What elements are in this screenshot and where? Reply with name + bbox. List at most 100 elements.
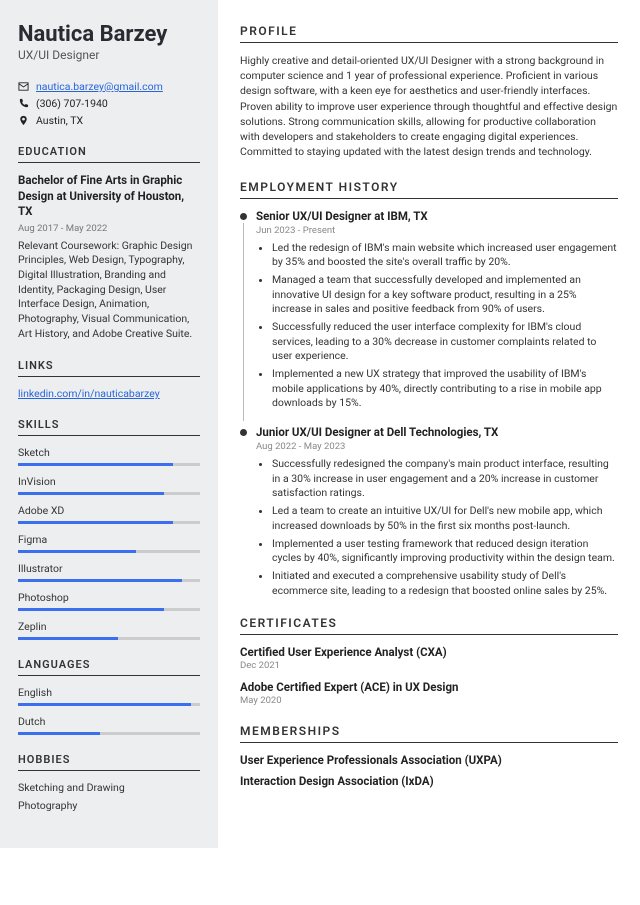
education-heading: EDUCATION (18, 145, 200, 158)
phone-text: (306) 707-1940 (36, 97, 108, 110)
job-item: Junior UX/UI Designer at Dell Technologi… (240, 425, 618, 598)
job-bullet: Led a team to create an intuitive UX/UI … (272, 504, 618, 533)
divider (18, 770, 200, 771)
skills-heading: SKILLS (18, 418, 200, 431)
divider (18, 376, 200, 377)
skill-bar-track (18, 492, 200, 495)
certificate-title: Certified User Experience Analyst (CXA) (240, 645, 618, 659)
skill-item-label: Figma (18, 533, 200, 546)
sidebar: Nautica Barzey UX/UI Designer nautica.ba… (0, 0, 218, 848)
profile-text: Highly creative and detail-oriented UX/U… (240, 53, 618, 160)
certificate-item: Adobe Certified Expert (ACE) in UX Desig… (240, 680, 618, 706)
skill-item: Illustrator (18, 562, 200, 582)
skill-item: Adobe XD (18, 504, 200, 524)
profile-heading: PROFILE (240, 24, 618, 38)
skill-bar-track (18, 521, 200, 524)
skill-bar-track (18, 550, 200, 553)
job-bullet: Implemented a new UX strategy that impro… (272, 367, 618, 411)
job-bullets: Led the redesign of IBM's main website w… (256, 241, 618, 412)
skill-bar-fill (18, 550, 136, 553)
location-icon (18, 115, 29, 126)
divider (240, 634, 618, 635)
language-item-label: Dutch (18, 715, 200, 728)
skill-bar-fill (18, 608, 164, 611)
skill-item-label: Zeplin (18, 620, 200, 633)
certificates-section: CERTIFICATES Certified User Experience A… (240, 616, 618, 706)
job-bullet: Led the redesign of IBM's main website w… (272, 241, 618, 270)
skill-item: Sketch (18, 446, 200, 466)
contact-location-row: Austin, TX (18, 114, 200, 127)
language-item: Dutch (18, 715, 200, 735)
hobby-item: Sketching and Drawing (18, 781, 200, 794)
job-title: Junior UX/UI Designer at Dell Technologi… (256, 425, 618, 439)
education-section: EDUCATION Bachelor of Fine Arts in Graph… (18, 145, 200, 341)
email-link[interactable]: nautica.barzey@gmail.com (36, 80, 163, 93)
membership-item: User Experience Professionals Associatio… (240, 753, 618, 767)
contact-block: nautica.barzey@gmail.com (306) 707-1940 … (18, 80, 200, 127)
job-bullet: Managed a team that successfully develop… (272, 273, 618, 317)
skills-section: SKILLS Sketch InVision Adobe XD Figma Illust… (18, 418, 200, 640)
profile-section: PROFILE Highly creative and detail-orien… (240, 24, 618, 160)
job-item: Senior UX/UI Designer at IBM, TXJun 2023… (240, 209, 618, 412)
phone-icon (18, 98, 29, 109)
divider (18, 162, 200, 163)
skill-bar-track (18, 637, 200, 640)
hobbies-heading: HOBBIES (18, 753, 200, 766)
education-degree: Bachelor of Fine Arts in Graphic Design … (18, 173, 200, 220)
skill-bar-fill (18, 637, 118, 640)
divider (18, 435, 200, 436)
job-bullet: Successfully reduced the user interface … (272, 320, 618, 364)
employment-section: EMPLOYMENT HISTORY Senior UX/UI Designer… (240, 180, 618, 599)
skill-item-label: Adobe XD (18, 504, 200, 517)
skill-bar-track (18, 579, 200, 582)
certificate-date: May 2020 (240, 695, 618, 706)
skill-item-label: Sketch (18, 446, 200, 459)
skill-bar-fill (18, 521, 173, 524)
skill-bar-track (18, 463, 200, 466)
skill-bar-track (18, 608, 200, 611)
divider (240, 42, 618, 43)
skill-bar-track (18, 703, 200, 706)
language-item-label: English (18, 686, 200, 699)
job-title: Senior UX/UI Designer at IBM, TX (256, 209, 618, 223)
memberships-heading: MEMBERSHIPS (240, 724, 618, 738)
languages-section: LANGUAGES English Dutch (18, 658, 200, 735)
skill-item: Figma (18, 533, 200, 553)
languages-heading: LANGUAGES (18, 658, 200, 671)
location-text: Austin, TX (36, 114, 83, 127)
skill-item-label: InVision (18, 475, 200, 488)
job-bullet: Successfully redesigned the company's ma… (272, 457, 618, 501)
memberships-section: MEMBERSHIPS User Experience Professional… (240, 724, 618, 788)
skill-bar-fill (18, 732, 100, 735)
certificate-title: Adobe Certified Expert (ACE) in UX Desig… (240, 680, 618, 694)
skill-item: Photoshop (18, 591, 200, 611)
skill-item-label: Photoshop (18, 591, 200, 604)
job-dates: Aug 2022 - May 2023 (256, 441, 618, 452)
certificate-item: Certified User Experience Analyst (CXA)D… (240, 645, 618, 671)
education-coursework: Relevant Coursework: Graphic Design Prin… (18, 239, 200, 342)
job-bullet: Initiated and executed a comprehensive u… (272, 569, 618, 598)
divider (240, 198, 618, 199)
skill-item: Zeplin (18, 620, 200, 640)
job-title: UX/UI Designer (18, 48, 200, 62)
certificates-heading: CERTIFICATES (240, 616, 618, 630)
divider (240, 742, 618, 743)
employment-heading: EMPLOYMENT HISTORY (240, 180, 618, 194)
hobbies-section: HOBBIES Sketching and Drawing Photography (18, 753, 200, 812)
skill-bar-fill (18, 579, 182, 582)
linkedin-link[interactable]: linkedin.com/in/nauticabarzey (18, 387, 160, 400)
divider (18, 675, 200, 676)
email-icon (18, 81, 29, 92)
contact-phone-row: (306) 707-1940 (18, 97, 200, 110)
job-bullet: Implemented a user testing framework tha… (272, 537, 618, 566)
job-bullets: Successfully redesigned the company's ma… (256, 457, 618, 598)
name: Nautica Barzey (18, 24, 200, 46)
language-item: English (18, 686, 200, 706)
main-content: PROFILE Highly creative and detail-orien… (218, 0, 640, 848)
education-dates: Aug 2017 - May 2022 (18, 223, 200, 234)
skill-bar-fill (18, 463, 173, 466)
links-heading: LINKS (18, 359, 200, 372)
skill-bar-track (18, 732, 200, 735)
skill-item: InVision (18, 475, 200, 495)
hobby-item: Photography (18, 799, 200, 812)
